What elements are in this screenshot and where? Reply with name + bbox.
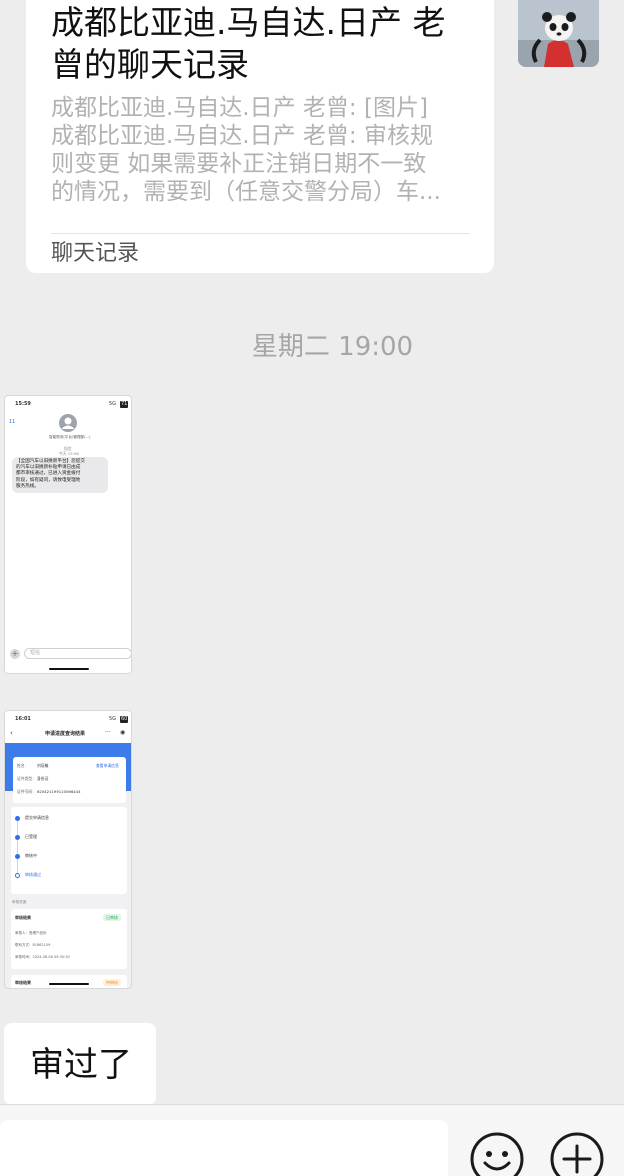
status-signal: 5G	[109, 716, 117, 722]
target-icon: ◉	[120, 729, 126, 736]
step-label: 提交申请信息	[25, 815, 49, 820]
applicant-info-card: 姓名： 刘培敏 查看申请信息 证件类型： 身份证 证件号码： 620421199…	[13, 757, 126, 803]
contact-avatar-icon	[59, 414, 77, 432]
result-title: 审核结果	[15, 980, 31, 985]
result-title: 审核结果	[15, 915, 31, 920]
message-text: 审过了	[30, 1045, 132, 1085]
status-badge: 已审核	[103, 914, 121, 921]
query-title: 申请进度查询结果	[45, 731, 86, 737]
progress-steps: 提交申请信息 已受理 审核中 审核通过	[11, 807, 127, 894]
back-count-badge: 11	[9, 419, 16, 425]
result-row: 审核人：受理产品份	[15, 931, 47, 935]
more-icon: ···	[105, 729, 111, 736]
back-chevron-icon: ‹	[10, 729, 13, 737]
emoji-icon[interactable]	[469, 1131, 525, 1176]
step-label: 审核中	[25, 853, 37, 858]
preview-line: 成都比亚迪.马自达.日产 老曾: 审核规	[51, 123, 433, 149]
step-check-icon	[15, 854, 20, 859]
step-label: 已受理	[25, 834, 37, 839]
message-bubble[interactable]: 审过了	[4, 1023, 156, 1105]
preview-line: 的情况，需要到（任意交警分局）车...	[51, 179, 441, 205]
step-current-icon	[15, 873, 20, 878]
query-screenshot-image[interactable]: 16:01 5G 60 ‹ 申请进度查询结果 ··· ◉ 姓名： 刘培敏 查看申…	[4, 710, 132, 989]
chat-record-footer: 聊天记录	[51, 241, 140, 266]
card-divider	[51, 233, 470, 234]
info-label: 证件号码：	[17, 789, 36, 794]
sms-input-placeholder: 短信	[30, 650, 41, 656]
status-bar: 15:59 5G 71	[5, 396, 131, 410]
second-result-card: 审核结果 待审核	[11, 975, 127, 988]
status-signal: 5G	[109, 401, 117, 407]
home-indicator	[49, 668, 89, 670]
step-connector	[17, 819, 18, 879]
message-input[interactable]	[0, 1120, 448, 1176]
chat-record-title: 成都比亚迪.马自达.日产 老 曾的聊天记录	[51, 3, 446, 84]
section-label: 审核进度	[12, 900, 27, 904]
chat-input-bar	[0, 1104, 624, 1176]
chat-record-preview: 成都比亚迪.马自达.日产 老曾: [图片] 成都比亚迪.马自达.日产 老曾: 审…	[51, 94, 481, 206]
query-header: 16:01 5G 60 ‹ 申请进度查询结果 ··· ◉	[5, 711, 131, 743]
step-label: 审核通过	[25, 872, 41, 877]
sms-line: 服务热线。	[16, 483, 39, 489]
sms-message-bubble: 【全国汽车以旧换新平台】您提交 的汽车以旧换新补贴申请已由成 都市审核通过，已进…	[12, 457, 108, 493]
status-badge: 待审核	[103, 979, 121, 986]
timestamp: 星期二 19:00	[251, 332, 414, 362]
step-check-icon	[15, 816, 20, 821]
review-result-card: 审核结果 已审核 审核人：受理产品份 联系方式：81862159 审核时间：20…	[11, 909, 127, 969]
plus-circle-icon: +	[10, 649, 20, 659]
status-battery: 71	[120, 401, 129, 408]
panda-avatar-icon[interactable]	[518, 0, 599, 67]
sms-input-field: 短信	[24, 648, 131, 659]
info-label: 证件类型：	[17, 776, 36, 781]
plus-icon[interactable]	[549, 1131, 605, 1176]
home-indicator	[49, 983, 89, 985]
sms-screenshot-image[interactable]: 15:59 5G 71 11 智能物流(平台)管理部(…) 短信 今天 15:5…	[4, 395, 132, 674]
contact-name: 智能物流(平台)管理部(…)	[49, 435, 91, 439]
chat-record-card[interactable]: 成都比亚迪.马自达.日产 老 曾的聊天记录 成都比亚迪.马自达.日产 老曾: […	[26, 0, 494, 273]
preview-line: 则变更 如果需要补正注销日期不一致	[51, 151, 427, 177]
preview-line: 成都比亚迪.马自达.日产 老曾: [图片]	[51, 95, 428, 121]
status-time: 15:59	[15, 401, 31, 407]
status-battery: 60	[120, 716, 129, 723]
result-row: 审核时间：2024-08-06 09:30:30	[15, 955, 70, 959]
info-value: 身份证	[37, 776, 49, 781]
info-label: 姓名：	[17, 763, 29, 768]
info-value: 刘培敏	[37, 763, 49, 768]
status-time: 16:01	[15, 716, 31, 722]
info-value: 620421199110066444	[37, 789, 81, 794]
step-check-icon	[15, 835, 20, 840]
info-link: 查看申请信息	[96, 763, 119, 768]
result-row: 联系方式：81862159	[15, 943, 51, 947]
